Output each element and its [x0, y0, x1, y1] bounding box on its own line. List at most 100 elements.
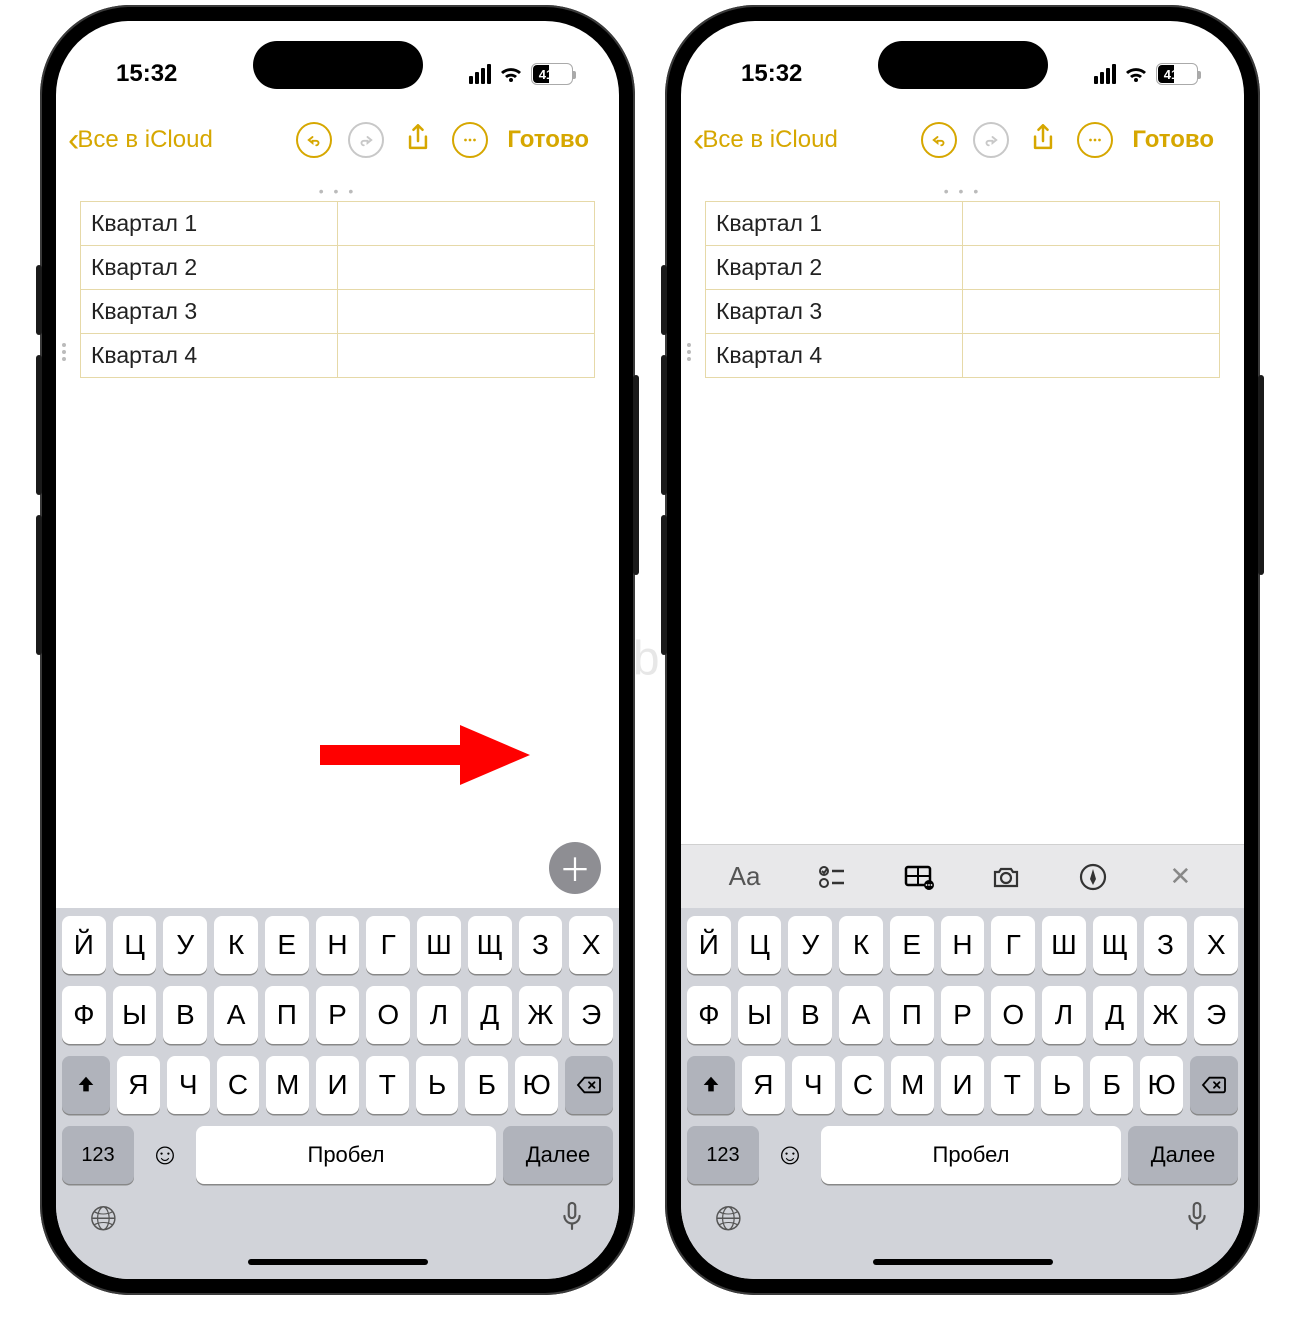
- close-toolbar-button[interactable]: ✕: [1156, 853, 1204, 901]
- mic-key[interactable]: [559, 1200, 585, 1243]
- letter-key[interactable]: П: [890, 986, 934, 1044]
- backspace-key[interactable]: [565, 1056, 613, 1114]
- letter-key[interactable]: Ж: [1144, 986, 1188, 1044]
- letter-key[interactable]: Э: [1194, 986, 1238, 1044]
- numeric-key[interactable]: 123: [687, 1126, 759, 1184]
- letter-key[interactable]: Ц: [113, 916, 157, 974]
- letter-key[interactable]: Ц: [738, 916, 782, 974]
- space-key[interactable]: Пробел: [821, 1126, 1121, 1184]
- letter-key[interactable]: Е: [265, 916, 309, 974]
- letter-key[interactable]: В: [788, 986, 832, 1044]
- space-key[interactable]: Пробел: [196, 1126, 496, 1184]
- letter-key[interactable]: Я: [117, 1056, 160, 1114]
- redo-button[interactable]: [968, 117, 1014, 163]
- numeric-key[interactable]: 123: [62, 1126, 134, 1184]
- letter-key[interactable]: П: [265, 986, 309, 1044]
- table-button[interactable]: [895, 853, 943, 901]
- letter-key[interactable]: Ы: [738, 986, 782, 1044]
- letter-key[interactable]: Я: [742, 1056, 785, 1114]
- done-button[interactable]: Готово: [499, 126, 589, 154]
- letter-key[interactable]: Д: [468, 986, 512, 1044]
- letter-key[interactable]: Ю: [515, 1056, 558, 1114]
- add-attachment-button[interactable]: ＋: [549, 842, 601, 894]
- backspace-key[interactable]: [1190, 1056, 1238, 1114]
- table-row[interactable]: Квартал 4: [81, 334, 595, 378]
- letter-key[interactable]: Ч: [167, 1056, 210, 1114]
- letter-key[interactable]: И: [941, 1056, 984, 1114]
- table-row-handle[interactable]: [62, 339, 66, 361]
- letter-key[interactable]: Ф: [62, 986, 106, 1044]
- letter-key[interactable]: В: [163, 986, 207, 1044]
- letter-key[interactable]: З: [519, 916, 563, 974]
- letter-key[interactable]: М: [266, 1056, 309, 1114]
- redo-button[interactable]: [343, 117, 389, 163]
- table-row[interactable]: Квартал 2: [81, 246, 595, 290]
- letter-key[interactable]: Й: [62, 916, 106, 974]
- table-row-handle[interactable]: [687, 339, 691, 361]
- undo-button[interactable]: [291, 117, 337, 163]
- letter-key[interactable]: Р: [316, 986, 360, 1044]
- share-button[interactable]: [1020, 117, 1066, 163]
- done-button[interactable]: Готово: [1124, 126, 1214, 154]
- letter-key[interactable]: Е: [890, 916, 934, 974]
- globe-key[interactable]: 🌐︎: [90, 1200, 117, 1243]
- letter-key[interactable]: Н: [941, 916, 985, 974]
- table-row[interactable]: Квартал 1: [81, 202, 595, 246]
- letter-key[interactable]: О: [366, 986, 410, 1044]
- letter-key[interactable]: Г: [991, 916, 1035, 974]
- letter-key[interactable]: К: [839, 916, 883, 974]
- letter-key[interactable]: Т: [991, 1056, 1034, 1114]
- note-table[interactable]: Квартал 1 Квартал 2 Квартал 3 Квартал 4: [80, 201, 595, 378]
- letter-key[interactable]: Л: [1042, 986, 1086, 1044]
- letter-key[interactable]: Щ: [1093, 916, 1137, 974]
- letter-key[interactable]: У: [788, 916, 832, 974]
- letter-key[interactable]: К: [214, 916, 258, 974]
- table-column-handle[interactable]: • • •: [80, 183, 595, 201]
- letter-key[interactable]: У: [163, 916, 207, 974]
- letter-key[interactable]: З: [1144, 916, 1188, 974]
- letter-key[interactable]: М: [891, 1056, 934, 1114]
- letter-key[interactable]: Й: [687, 916, 731, 974]
- letter-key[interactable]: С: [217, 1056, 260, 1114]
- letter-key[interactable]: Р: [941, 986, 985, 1044]
- emoji-key[interactable]: ☺: [141, 1126, 189, 1184]
- back-button[interactable]: ‹ Все в iCloud: [68, 123, 285, 157]
- letter-key[interactable]: Ь: [1041, 1056, 1084, 1114]
- home-indicator[interactable]: [248, 1259, 428, 1265]
- next-key[interactable]: Далее: [503, 1126, 613, 1184]
- undo-button[interactable]: [916, 117, 962, 163]
- emoji-key[interactable]: ☺: [766, 1126, 814, 1184]
- letter-key[interactable]: Д: [1093, 986, 1137, 1044]
- table-row[interactable]: Квартал 4: [706, 334, 1220, 378]
- markup-button[interactable]: [1069, 853, 1117, 901]
- home-indicator[interactable]: [873, 1259, 1053, 1265]
- letter-key[interactable]: О: [991, 986, 1035, 1044]
- letter-key[interactable]: А: [839, 986, 883, 1044]
- letter-key[interactable]: Э: [569, 986, 613, 1044]
- table-row[interactable]: Квартал 1: [706, 202, 1220, 246]
- camera-button[interactable]: [982, 853, 1030, 901]
- more-button[interactable]: [447, 117, 493, 163]
- letter-key[interactable]: Ч: [792, 1056, 835, 1114]
- table-column-handle[interactable]: • • •: [705, 183, 1220, 201]
- letter-key[interactable]: Ж: [519, 986, 563, 1044]
- table-row[interactable]: Квартал 3: [81, 290, 595, 334]
- letter-key[interactable]: Б: [465, 1056, 508, 1114]
- letter-key[interactable]: Ф: [687, 986, 731, 1044]
- globe-key[interactable]: 🌐︎: [715, 1200, 742, 1243]
- shift-key[interactable]: [687, 1056, 735, 1114]
- letter-key[interactable]: Щ: [468, 916, 512, 974]
- text-format-button[interactable]: Aa: [721, 853, 769, 901]
- letter-key[interactable]: Ю: [1140, 1056, 1183, 1114]
- letter-key[interactable]: Ь: [416, 1056, 459, 1114]
- note-table[interactable]: Квартал 1 Квартал 2 Квартал 3 Квартал 4: [705, 201, 1220, 378]
- back-button[interactable]: ‹ Все в iCloud: [693, 123, 910, 157]
- table-row[interactable]: Квартал 2: [706, 246, 1220, 290]
- letter-key[interactable]: Л: [417, 986, 461, 1044]
- letter-key[interactable]: Н: [316, 916, 360, 974]
- mic-key[interactable]: [1184, 1200, 1210, 1243]
- letter-key[interactable]: А: [214, 986, 258, 1044]
- letter-key[interactable]: С: [842, 1056, 885, 1114]
- table-row[interactable]: Квартал 3: [706, 290, 1220, 334]
- letter-key[interactable]: Г: [366, 916, 410, 974]
